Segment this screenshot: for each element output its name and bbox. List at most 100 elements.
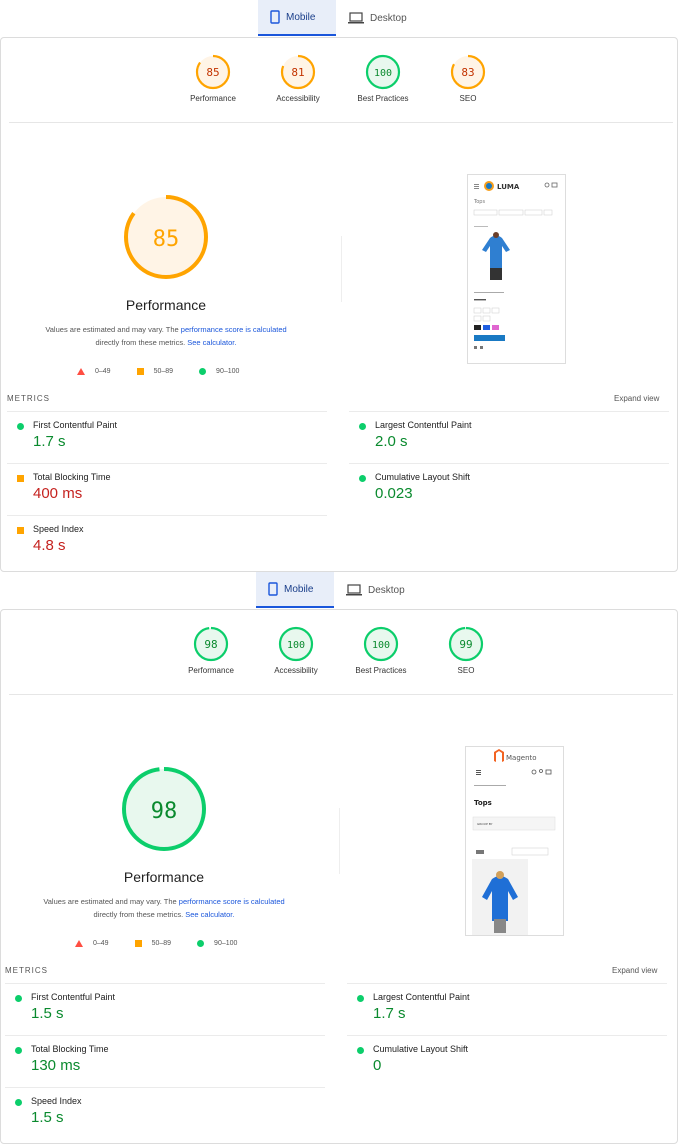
gauge-label: Best Practices [355,666,407,675]
metric-speed-index: Speed Index 4.8 s [7,515,327,567]
metric-name: First Contentful Paint [31,992,116,1002]
metric-value: 1.5 s [31,1005,64,1022]
score-gauges: 98 Performance 100 Accessibility 100 Bes… [1,626,678,690]
gauge-score: 100 [372,640,390,651]
gauge-score: 85 [206,66,219,79]
tab-desktop[interactable]: Desktop [336,0,426,36]
report-card: 85 Performance 81 Accessibility 100 Best… [0,37,678,572]
pass-circle-icon [199,367,207,375]
gauge-performance[interactable]: 98 Performance [166,626,256,675]
gauge-accessibility[interactable]: 81 Accessibility [253,54,343,103]
pass-circle-icon [359,475,366,482]
gauge-seo[interactable]: 99 SEO [421,626,511,675]
report-panel-2: Mobile Desktop 98 Performance 100 Access… [0,572,678,1144]
gauge-seo[interactable]: 83 SEO [423,54,513,103]
tab-desktop-label: Desktop [370,12,407,24]
expand-view-toggle[interactable]: Expand view [612,966,657,975]
gauge-label: Best Practices [357,94,409,103]
gauge-label: SEO [459,94,477,103]
metric-value: 400 ms [33,485,83,502]
pass-circle-icon [15,1099,22,1106]
metric-tbt: Total Blocking Time 130 ms [5,1035,325,1087]
fail-triangle-icon [77,367,85,375]
device-tabs: Mobile Desktop [0,572,678,608]
gauge-label: Accessibility [276,94,320,103]
category-heading: Tops [473,199,485,205]
note-text: Values are estimated and may vary. The [45,325,181,334]
metrics-heading: METRICS [5,966,48,975]
legend-pass: 90–100 [216,367,240,375]
metric-name: Largest Contentful Paint [373,992,470,1002]
metric-value: 130 ms [31,1057,81,1074]
pass-circle-icon [197,939,205,947]
gauge-label: Accessibility [274,666,318,675]
metric-name: Speed Index [31,1096,82,1106]
tab-mobile[interactable]: Mobile [256,572,334,608]
metric-lcp: Largest Contentful Paint 1.7 s [347,983,667,1035]
score-legend: 0–49 50–89 90–100 [75,937,263,949]
divider [339,808,340,874]
group-by-filter: GROUP BY [477,822,493,826]
metric-value: 2.0 s [375,433,408,450]
gauge-score: 99 [459,638,472,651]
gauge-best-practices[interactable]: 100 Best Practices [336,626,426,675]
tab-desktop[interactable]: Desktop [334,572,424,608]
tab-mobile[interactable]: Mobile [258,0,336,36]
performance-title: Performance [123,869,205,885]
legend-fail: 0–49 [95,367,111,375]
gauge-accessibility[interactable]: 100 Accessibility [251,626,341,675]
gauge-score: 83 [461,66,474,79]
fail-triangle-icon [75,939,83,947]
legend-average: 50–89 [153,367,174,375]
score-calculated-link[interactable]: performance score is calculated [179,897,285,906]
gauge-label: Performance [188,666,234,675]
device-tabs: Mobile Desktop [0,0,678,36]
large-score: 98 [151,799,178,824]
metric-name: First Contentful Paint [33,420,118,430]
store-logo: LUMA [497,183,520,191]
estimate-note: Values are estimated and may vary. The p… [14,895,314,921]
metric-name: Total Blocking Time [33,472,111,482]
gauge-label: Performance [190,94,236,103]
legend-average: 50–89 [151,939,172,947]
metric-value: 1.5 s [31,1109,64,1126]
score-calculated-link[interactable]: performance score is calculated [181,325,287,334]
metric-name: Speed Index [33,524,84,534]
metric-value: 1.7 s [33,433,66,450]
score-gauges: 85 Performance 81 Accessibility 100 Best… [1,54,678,118]
large-score: 85 [153,227,180,252]
divider [9,694,673,695]
report-card: 98 Performance 100 Accessibility 100 Bes… [0,609,678,1144]
metric-speed-index: Speed Index 1.5 s [5,1087,325,1139]
performance-title: Performance [125,297,207,313]
metric-cls: Cumulative Layout Shift 0 [347,1035,667,1087]
gauge-best-practices[interactable]: 100 Best Practices [338,54,428,103]
category-heading: Tops [474,799,492,807]
gauge-score: 98 [204,638,217,651]
metric-fcp: First Contentful Paint 1.7 s [7,411,327,463]
tab-desktop-label: Desktop [368,584,405,596]
metric-name: Cumulative Layout Shift [373,1044,469,1054]
expand-view-toggle[interactable]: Expand view [614,394,659,403]
screenshot-thumbnail: LUMA Tops [473,181,558,349]
pass-circle-icon [15,1047,22,1054]
see-calculator-link[interactable]: See calculator. [185,910,234,919]
see-calculator-link[interactable]: See calculator. [187,338,236,347]
pass-circle-icon [357,1047,364,1054]
pass-circle-icon [15,995,22,1002]
metric-lcp: Largest Contentful Paint 2.0 s [349,411,669,463]
average-square-icon [136,367,144,375]
store-logo: Magento [506,754,537,762]
metric-value: 0 [373,1057,382,1074]
note-text-2: directly from these metrics. [95,338,188,347]
report-panel-1: Mobile Desktop 85 Performance 81 Accessi… [0,0,678,572]
tab-mobile-label: Mobile [284,583,314,595]
gauge-performance[interactable]: 85 Performance [168,54,258,103]
gauge-score: 81 [291,66,304,79]
metrics-heading: METRICS [7,394,50,403]
score-legend: 0–49 50–89 90–100 [77,365,265,377]
metric-fcp: First Contentful Paint 1.5 s [5,983,325,1035]
average-square-icon [134,939,142,947]
note-text-2: directly from these metrics. [93,910,186,919]
tab-mobile-label: Mobile [286,11,316,23]
